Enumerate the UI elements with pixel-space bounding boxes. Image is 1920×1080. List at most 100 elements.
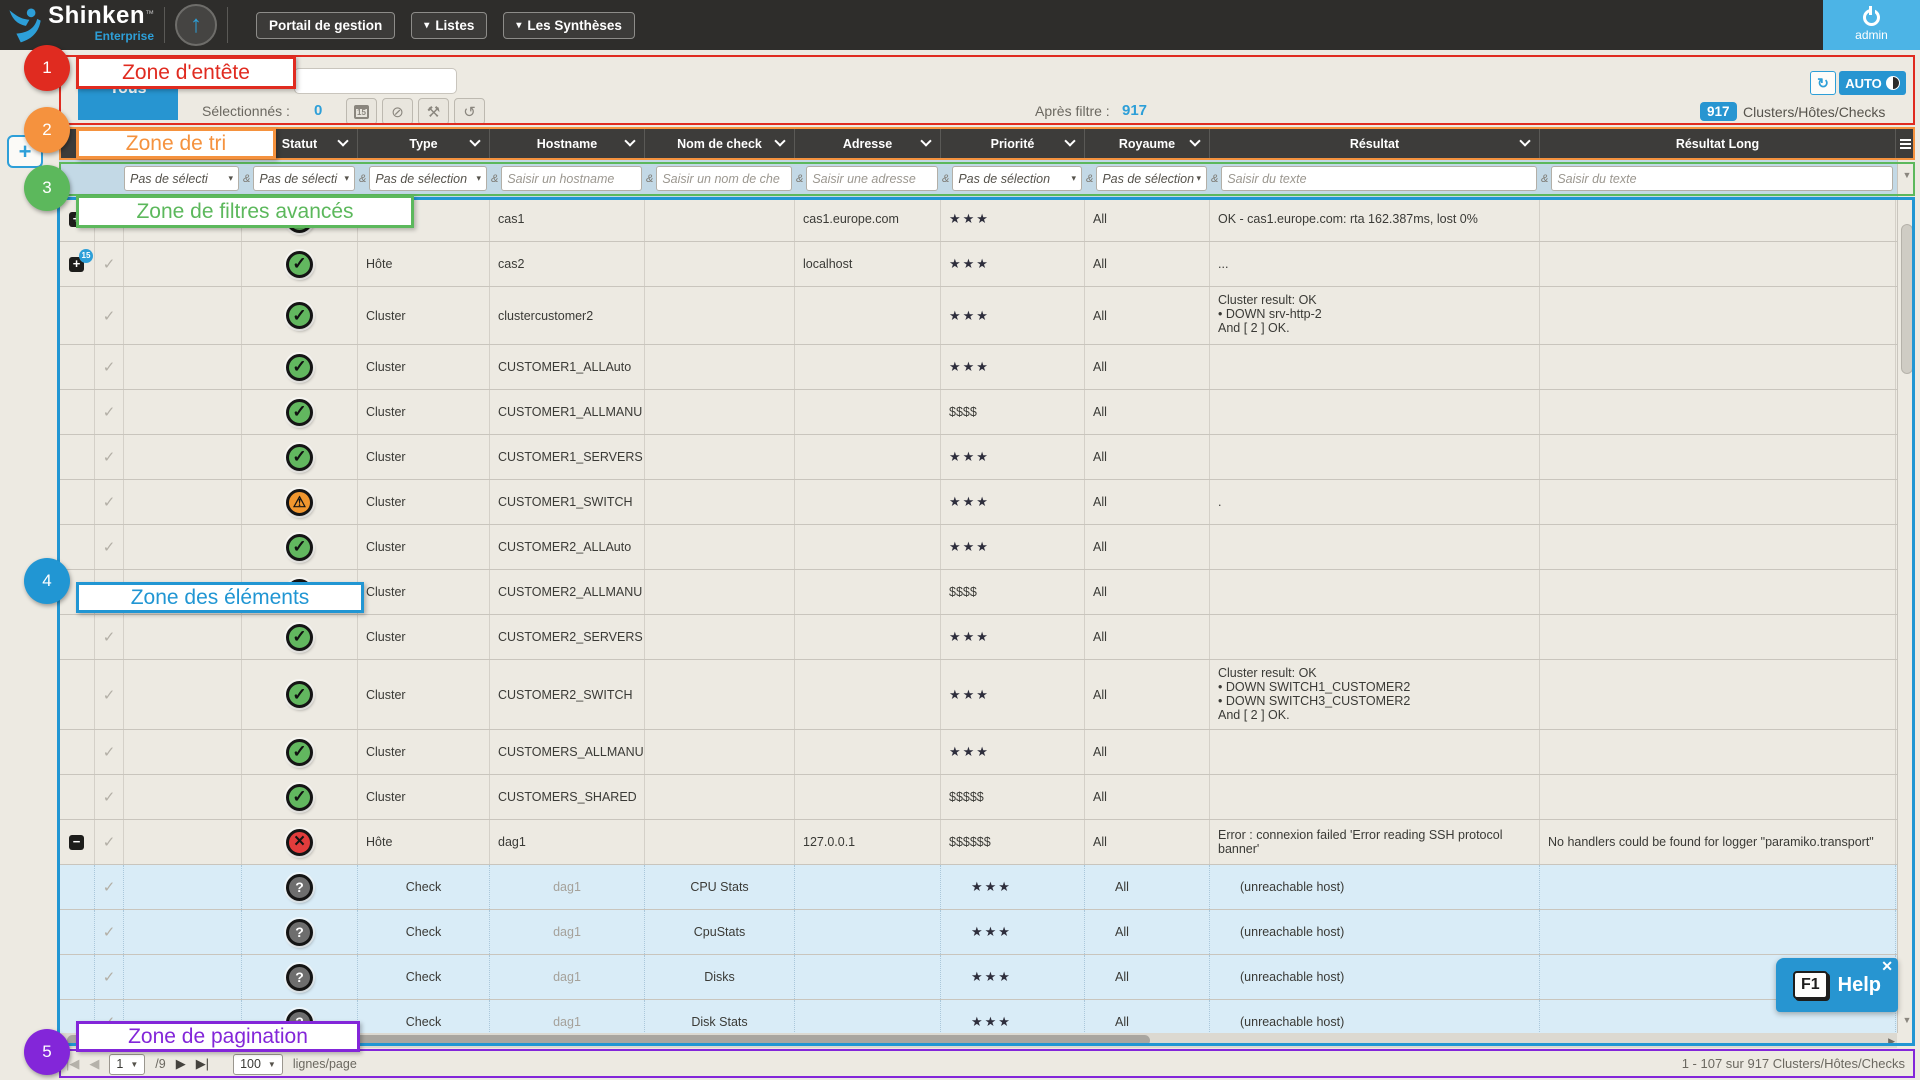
filter-text[interactable] [1551, 166, 1893, 191]
chevron-down-icon[interactable] [624, 135, 635, 146]
nav-portail-de-gestion[interactable]: Portail de gestion [256, 12, 395, 39]
per-page-select[interactable]: 100▼ [233, 1054, 283, 1075]
column-header-hostname[interactable]: Hostname [490, 127, 645, 160]
expand-cell [59, 865, 95, 909]
expand-icon[interactable]: +15 [69, 257, 84, 272]
row-checkmark[interactable]: ✓ [103, 307, 116, 325]
column-header-nom-de-check[interactable]: Nom de check [645, 127, 795, 160]
row-checkmark[interactable]: ✓ [103, 448, 116, 466]
undo-button[interactable]: ↺ [454, 98, 485, 125]
blank-cell [124, 660, 242, 729]
result-cell: (unreachable host) [1210, 955, 1540, 999]
result-cell [1210, 570, 1540, 614]
header-search-input[interactable] [294, 68, 457, 94]
last-page-button[interactable]: ▶| [196, 1056, 209, 1072]
filter-input[interactable] [662, 172, 786, 186]
auto-refresh-toggle[interactable]: AUTO [1839, 71, 1906, 95]
help-widget[interactable]: F1 Help ✕ [1776, 958, 1898, 1012]
filter-select-value: Pas de sélecti [130, 172, 226, 186]
row-checkmark[interactable]: ✓ [103, 788, 116, 806]
nav-listes[interactable]: ▾Listes [411, 12, 487, 39]
row-checkmark[interactable]: ✓ [103, 493, 116, 511]
filter-input[interactable] [1557, 172, 1887, 186]
result-long-cell [1540, 660, 1896, 729]
filter-select[interactable]: Pas de sélecti▾ [124, 166, 239, 191]
row-checkmark[interactable]: ✓ [103, 403, 116, 421]
priority-value: ★★★ [949, 539, 990, 555]
vertical-scroll-thumb[interactable] [1901, 224, 1913, 374]
filter-text[interactable] [656, 166, 792, 191]
row-checkmark[interactable]: ✓ [103, 538, 116, 556]
table-row: ✓?Checkdag1CPU Stats★★★All(unreachable h… [59, 865, 1915, 910]
scroll-down-icon[interactable]: ▼ [1900, 166, 1914, 184]
priority-cell: $$$$ [941, 570, 1085, 614]
status-cell: ? [242, 865, 358, 909]
filter-text[interactable] [806, 166, 938, 191]
scroll-top-button[interactable]: ↑ [175, 4, 217, 46]
result-long-cell [1540, 390, 1896, 434]
tools-button[interactable]: ⚒ [418, 98, 449, 125]
status-cell: ✓ [242, 730, 358, 774]
chevron-down-icon[interactable] [1189, 135, 1200, 146]
nav-les-syntheses[interactable]: ▾Les Synthèses [503, 12, 635, 39]
chevron-down-icon[interactable] [1064, 135, 1075, 146]
address-cell: cas1.europe.com [795, 197, 941, 241]
filter-input[interactable] [812, 172, 932, 186]
collapse-icon[interactable]: − [69, 835, 84, 850]
row-checkmark[interactable]: ✓ [103, 255, 116, 273]
column-header-priorit-[interactable]: Priorité [941, 127, 1085, 160]
page-select[interactable]: 1▼ [109, 1054, 145, 1075]
row-check-cell: ✓ [95, 345, 124, 389]
blank-cell [124, 480, 242, 524]
row-checkmark[interactable]: ✓ [103, 923, 116, 941]
chevron-down-icon[interactable] [1519, 135, 1530, 146]
row-checkmark[interactable]: ✓ [103, 743, 116, 761]
chevron-down-icon[interactable] [920, 135, 931, 146]
column-header-royaume[interactable]: Royaume [1085, 127, 1210, 160]
shinken-logo[interactable]: Shinken™ Enterprise [6, 4, 154, 46]
realm-cell: All [1085, 1000, 1210, 1033]
row-checkmark[interactable]: ✓ [103, 686, 116, 704]
chevron-down-icon[interactable] [469, 135, 480, 146]
filter-input[interactable] [1227, 172, 1531, 186]
result-long-cell [1540, 435, 1896, 479]
realm-cell: All [1085, 480, 1210, 524]
chevron-down-icon[interactable] [337, 135, 348, 146]
filter-input[interactable] [507, 172, 636, 186]
address-cell [795, 570, 941, 614]
filter-select[interactable]: Pas de sélection▾ [1096, 166, 1207, 191]
result-long-cell [1540, 570, 1896, 614]
user-menu-admin[interactable]: admin [1823, 0, 1920, 50]
scroll-down-icon[interactable]: ▼ [1900, 1011, 1914, 1029]
filter-text[interactable] [1221, 166, 1537, 191]
close-icon[interactable]: ✕ [1881, 958, 1893, 975]
result-long-cell [1540, 242, 1896, 286]
filter-select[interactable]: Pas de sélecti▾ [253, 166, 355, 191]
row-checkmark[interactable]: ✓ [103, 628, 116, 646]
calendar-button[interactable]: 15 [346, 98, 377, 125]
column-header-r-sultat[interactable]: Résultat [1210, 127, 1540, 160]
filter-text[interactable] [501, 166, 642, 191]
acknowledge-button[interactable]: ⊘ [382, 98, 413, 125]
row-checkmark[interactable]: ✓ [103, 878, 116, 896]
row-checkmark[interactable]: ✓ [103, 833, 116, 851]
row-checkmark[interactable]: ✓ [103, 358, 116, 376]
filter-select[interactable]: Pas de sélection▾ [369, 166, 487, 191]
row-checkmark[interactable]: ✓ [103, 968, 116, 986]
column-menu-button[interactable] [1896, 127, 1915, 160]
next-page-button[interactable]: ▶ [176, 1056, 186, 1072]
column-header-type[interactable]: Type [358, 127, 490, 160]
column-header-adresse[interactable]: Adresse [795, 127, 941, 160]
refresh-button[interactable]: ↻ [1810, 71, 1836, 95]
expand-cell [59, 660, 95, 729]
chevron-down-icon[interactable] [774, 135, 785, 146]
vertical-scrollbar[interactable]: ▼ ▼ [1897, 160, 1915, 1033]
filter-select[interactable]: Pas de sélection▾ [952, 166, 1082, 191]
column-header-r-sultat-long[interactable]: Résultat Long [1540, 127, 1896, 160]
expand-cell [59, 435, 95, 479]
scroll-right-icon[interactable]: ▶ [1888, 1035, 1895, 1047]
prev-page-button[interactable]: ◀ [89, 1056, 99, 1072]
result-text: (unreachable host) [1240, 880, 1531, 894]
column-header-label: Résultat [1350, 137, 1399, 151]
status-ok-icon: ✓ [286, 624, 313, 651]
